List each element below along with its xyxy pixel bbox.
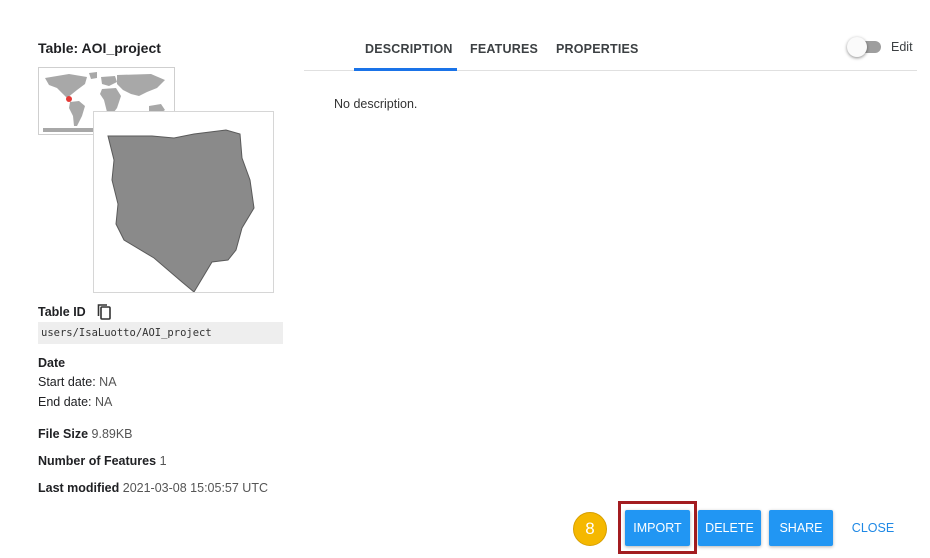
date-heading: Date [38, 356, 66, 370]
last-modified-label: Last modified [38, 481, 120, 495]
tab-features[interactable]: FEATURES [470, 42, 538, 56]
end-date-value: NA [95, 395, 113, 409]
delete-button[interactable]: DELETE [698, 510, 761, 546]
import-button[interactable]: IMPORT [625, 510, 690, 546]
end-date-label: End date: [38, 395, 92, 409]
aoi-polygon-graphic [107, 129, 255, 293]
file-size-row: File Size 9.89KB [38, 427, 133, 441]
active-tab-indicator [354, 68, 457, 71]
start-date-label: Start date: [38, 375, 96, 389]
last-modified-row: Last modified 2021-03-08 15:05:57 UTC [38, 481, 268, 495]
edit-toggle-switch[interactable] [847, 37, 867, 57]
aoi-polygon-shape [107, 129, 255, 293]
description-text: No description. [334, 97, 418, 111]
file-size-label: File Size [38, 427, 89, 441]
share-button[interactable]: SHARE [769, 510, 833, 546]
close-button[interactable]: CLOSE [846, 510, 900, 546]
edit-toggle-label: Edit [891, 40, 913, 54]
tab-description[interactable]: DESCRIPTION [365, 42, 453, 56]
end-date-row: End date: NA [38, 395, 112, 409]
num-features-value: 1 [159, 454, 167, 468]
last-modified-value: 2021-03-08 15:05:57 UTC [122, 481, 268, 495]
table-id-value[interactable]: users/IsaLuotto/AOI_project [38, 322, 283, 344]
step-number-badge: 8 [573, 512, 607, 546]
num-features-label: Number of Features [38, 454, 157, 468]
aoi-location-marker [66, 96, 72, 102]
copy-icon[interactable] [96, 303, 114, 321]
table-id-label: Table ID [38, 305, 86, 319]
start-date-row: Start date: NA [38, 375, 117, 389]
num-features-row: Number of Features 1 [38, 454, 167, 468]
start-date-value: NA [99, 375, 117, 389]
file-size-value: 9.89KB [91, 427, 133, 441]
aoi-polygon-preview [93, 111, 274, 293]
tab-properties[interactable]: PROPERTIES [556, 42, 639, 56]
dialog-title: Table: AOI_project [38, 40, 161, 56]
